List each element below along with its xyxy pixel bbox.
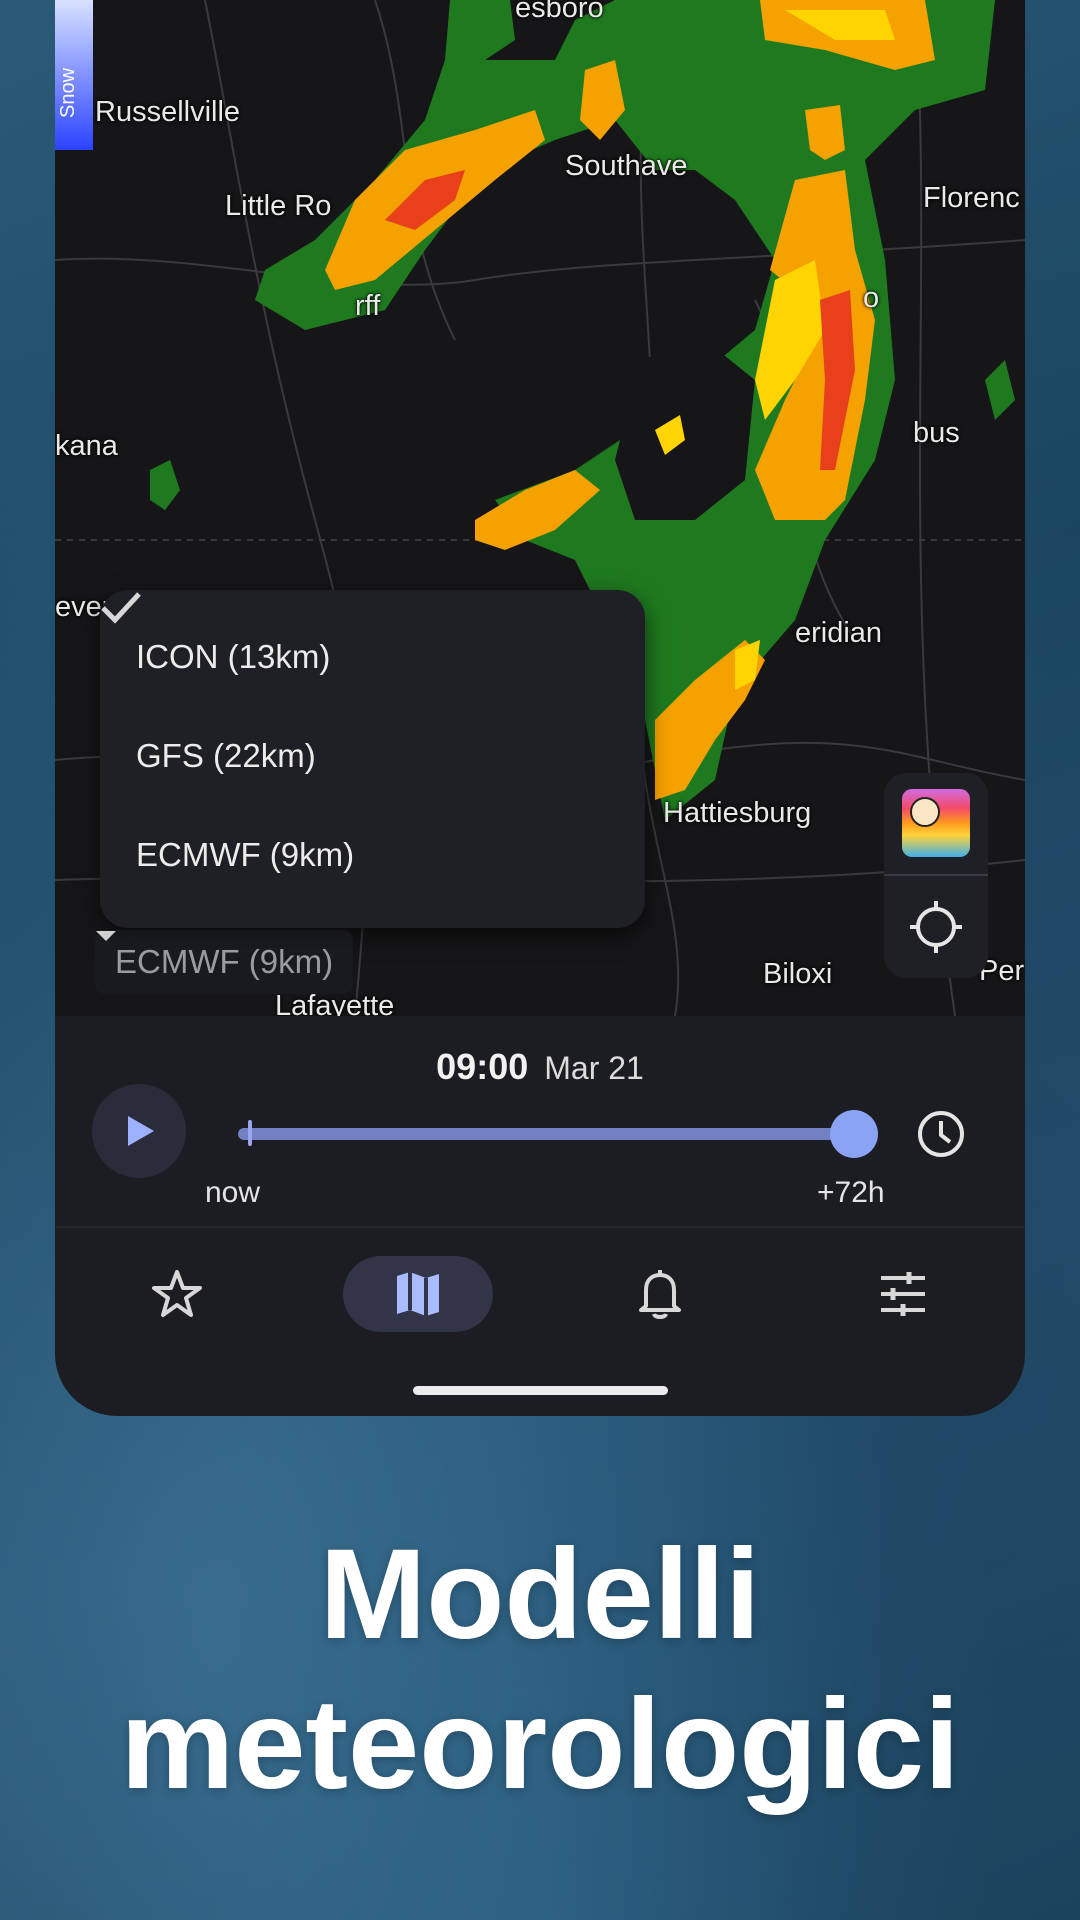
timeline-start-label: now xyxy=(205,1176,261,1209)
city-label: o xyxy=(863,282,880,314)
city-label: kana xyxy=(55,430,118,462)
promo-headline: Modelli meteorologici xyxy=(0,1520,1080,1820)
clock-icon[interactable] xyxy=(915,1108,967,1160)
bell-icon xyxy=(639,1270,681,1319)
timeline-end-label: +72h xyxy=(817,1176,885,1209)
timeline-start-tick xyxy=(248,1120,252,1146)
model-select-button[interactable]: ECMWF (9km) xyxy=(95,930,354,994)
time-value: 09:00 xyxy=(436,1046,529,1087)
dropdown-arrow-icon xyxy=(96,931,116,941)
fab-divider xyxy=(884,874,988,876)
map-icon xyxy=(397,1272,439,1316)
city-label: eridian xyxy=(795,617,883,649)
date-value: Mar 21 xyxy=(544,1050,644,1086)
city-label: Biloxi xyxy=(763,958,833,990)
timeline-panel: 09:00 Mar 21 now +72h xyxy=(55,1016,1025,1226)
timeline-slider-handle[interactable] xyxy=(830,1110,878,1158)
menu-item-ecmwf[interactable]: ECMWF (9km) xyxy=(136,836,354,874)
app-logo-icon[interactable] xyxy=(902,789,970,857)
city-label: Little Ro xyxy=(225,190,332,222)
nav-map[interactable] xyxy=(343,1256,493,1332)
radar-map[interactable]: Snow esboro Russellville Little Ro South… xyxy=(55,0,1025,1016)
menu-item-icon[interactable]: ICON (13km) xyxy=(136,638,330,676)
precip-legend: Snow xyxy=(55,0,93,150)
headline-line-1: Modelli xyxy=(319,1523,761,1666)
sliders-icon xyxy=(881,1272,925,1316)
phone-frame: Snow esboro Russellville Little Ro South… xyxy=(55,0,1025,1416)
city-label: Florenc xyxy=(923,182,1020,214)
city-label: Hattiesburg xyxy=(663,797,812,829)
map-fab-group xyxy=(884,773,988,978)
city-label: bus xyxy=(913,417,960,449)
legend-label: Snow xyxy=(57,67,79,118)
model-select-label: ECMWF (9km) xyxy=(115,943,334,980)
city-label: Southave xyxy=(565,150,688,182)
city-label: Russellville xyxy=(95,96,241,128)
timeline-timestamp: 09:00 Mar 21 xyxy=(55,1046,1025,1088)
locate-icon[interactable] xyxy=(908,899,964,955)
nav-alerts[interactable] xyxy=(585,1256,735,1332)
headline-line-2: meteorologici xyxy=(120,1673,960,1816)
city-label: rff xyxy=(355,290,381,322)
nav-favorites[interactable] xyxy=(102,1256,252,1332)
play-icon xyxy=(128,1116,154,1146)
city-label: esboro xyxy=(515,0,604,24)
timeline-track[interactable] xyxy=(238,1128,855,1140)
check-icon xyxy=(101,592,141,624)
play-button[interactable] xyxy=(92,1084,186,1178)
menu-item-gfs[interactable]: GFS (22km) xyxy=(136,737,316,775)
home-indicator xyxy=(413,1386,668,1395)
model-dropdown-menu: ICON (13km) GFS (22km) ECMWF (9km) xyxy=(100,590,645,928)
nav-settings[interactable] xyxy=(828,1256,978,1332)
bottom-navigation xyxy=(55,1228,1025,1416)
star-icon xyxy=(152,1270,202,1317)
